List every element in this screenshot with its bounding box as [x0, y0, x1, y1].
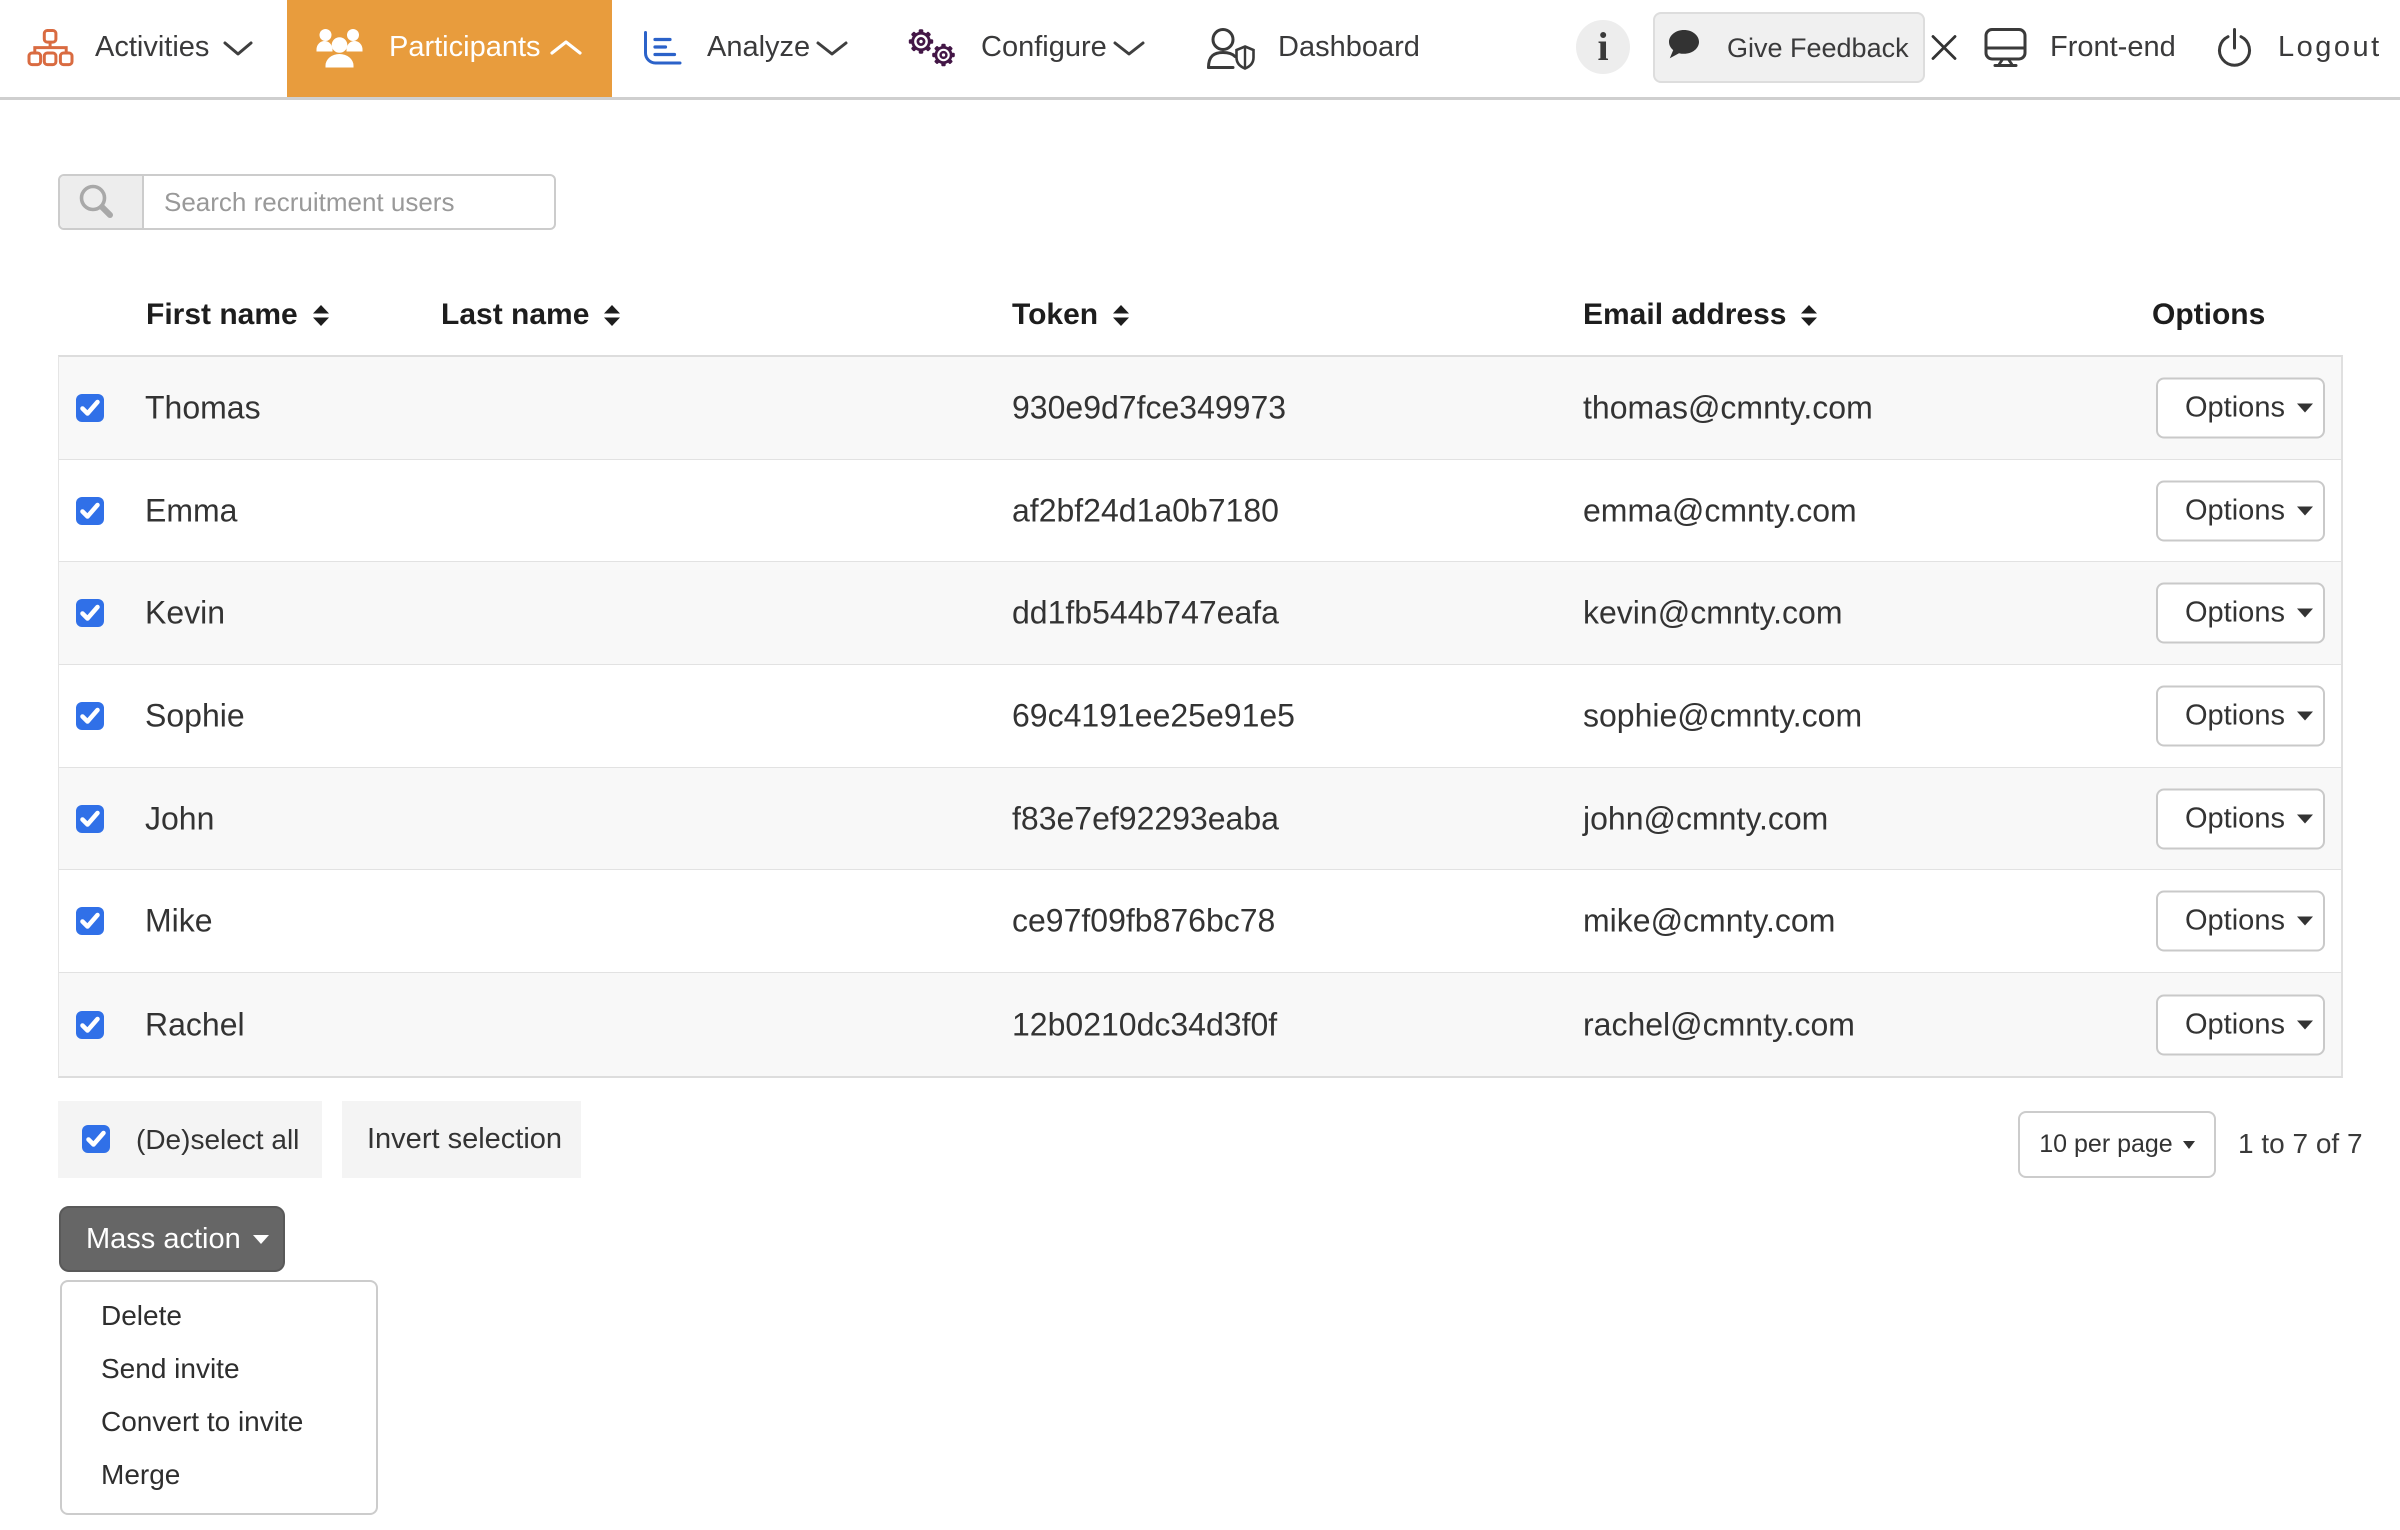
svg-text:i: i: [1597, 24, 1608, 69]
